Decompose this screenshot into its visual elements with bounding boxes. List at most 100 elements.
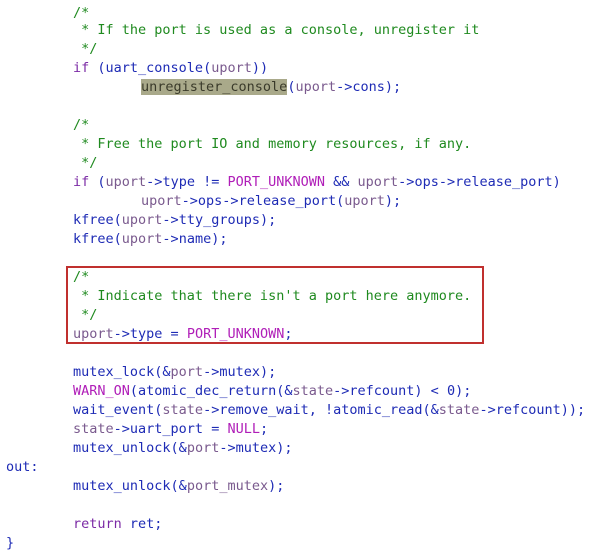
code-token: ) [552,174,561,190]
code-token: tty_groups [178,212,260,228]
code-token: port [170,364,204,380]
code-token: ); [455,383,472,399]
code-token: atomic_dec_return [138,383,277,399]
code-token: if [73,174,90,190]
code-token: } [6,535,15,551]
code-token: mutex_unlock [73,478,171,494]
code-token: ops [197,193,223,209]
code-token: /* [73,117,90,133]
code-token: != [194,174,228,190]
code-token: port [186,440,220,456]
code-token: state [292,383,334,399]
code-token: = [203,421,228,437]
code-token: ; [259,421,269,437]
code-token: if [73,60,90,76]
code-line-23: state->uart_port = NULL; [73,420,268,439]
code-token: -> [203,402,220,418]
code-token: -> [479,402,496,418]
code-token: (& [422,402,439,418]
code-token: -> [181,193,198,209]
code-token: )) [251,60,269,76]
code-line-11: uport->ops->release_port(uport); [141,192,401,211]
code-token: ( [129,383,139,399]
code-token: ); [259,212,277,228]
code-token: port_mutex [186,478,269,494]
code-token: state [438,402,480,418]
code-token: state [73,421,114,437]
code-token: mutex [235,440,277,456]
code-line-22: wait_event(state->remove_wait, !atomic_r… [73,401,585,420]
code-token: * Free the port IO and memory resources,… [73,136,472,152]
code-token: uport [357,174,399,190]
code-token: */ [73,155,98,171]
code-token: && [325,174,358,190]
code-line-8: * Free the port IO and memory resources,… [73,135,471,154]
code-line-2: * If the port is used as a console, unre… [73,21,479,40]
code-token: mutex [219,364,260,380]
code-token: )); [560,402,586,418]
code-token: mutex_unlock [73,440,171,456]
code-token: remove_wait [219,402,309,418]
code-token: ); [384,79,402,95]
code-token: ( [113,231,122,247]
code-token: ); [268,478,285,494]
code-token: type [162,174,195,190]
code-token: PORT_UNKNOWN [227,174,326,190]
code-line-25: out: [6,458,39,477]
code-token: -> [336,79,353,95]
code-line-4: if (uart_console(uport)) [73,59,268,78]
code-token: -> [438,174,456,190]
code-token: cons [352,79,385,95]
code-token: uart_port [129,421,204,437]
code-token: kfree [73,212,114,228]
code-line-29: } [6,534,14,553]
code-token: ); [276,440,293,456]
code-token: (& [154,364,171,380]
code-token: * If the port is used as a console, unre… [73,22,480,38]
code-token: /* [73,5,90,21]
code-line-10: if (uport->type != PORT_UNKNOWN && uport… [73,173,561,192]
code-token: ) < [414,383,447,399]
code-token: uport [295,79,337,95]
code-token: ops [414,174,439,190]
code-editor[interactable]: /* * If the port is used as a console, u… [0,0,608,556]
code-token: uport [121,212,163,228]
code-token: uport [105,174,147,190]
code-token: -> [333,383,350,399]
code-line-24: mutex_unlock(&port->mutex); [73,439,293,458]
code-token: (& [170,440,187,456]
code-token: refcount [349,383,415,399]
code-token: -> [398,174,415,190]
code-line-12: kfree(uport->tty_groups); [73,211,276,230]
code-token: uport [141,193,182,209]
code-token: uport [344,193,385,209]
code-token: WARN_ON [73,383,130,399]
code-token: -> [162,231,179,247]
code-line-13: kfree(uport->name); [73,230,227,249]
code-token: mutex_lock [73,364,155,380]
code-token: ( [113,212,122,228]
code-token: uart_console [105,60,204,76]
code-token: uport [121,231,163,247]
code-line-26: mutex_unlock(&port_mutex); [73,477,284,496]
code-token: -> [113,421,130,437]
code-token: 0 [446,383,456,399]
code-token: ); [384,193,402,209]
code-token: -> [146,174,163,190]
selected-token: unregister_console [141,79,288,95]
code-token: -> [219,440,236,456]
code-token: , ! [308,402,334,418]
code-token: (& [170,478,187,494]
code-line-20: mutex_lock(&port->mutex); [73,363,276,382]
code-token: -> [162,212,179,228]
code-token: ( [89,60,106,76]
code-token: NULL [227,421,260,437]
code-token: out: [6,459,39,475]
code-line-3: */ [73,40,97,59]
code-line-7: /* [73,116,89,135]
code-token: atomic_read [333,402,423,418]
code-token: -> [222,193,239,209]
code-line-5: unregister_console(uport->cons); [141,78,401,97]
code-line-28: return ret; [73,515,162,534]
code-token: state [162,402,204,418]
